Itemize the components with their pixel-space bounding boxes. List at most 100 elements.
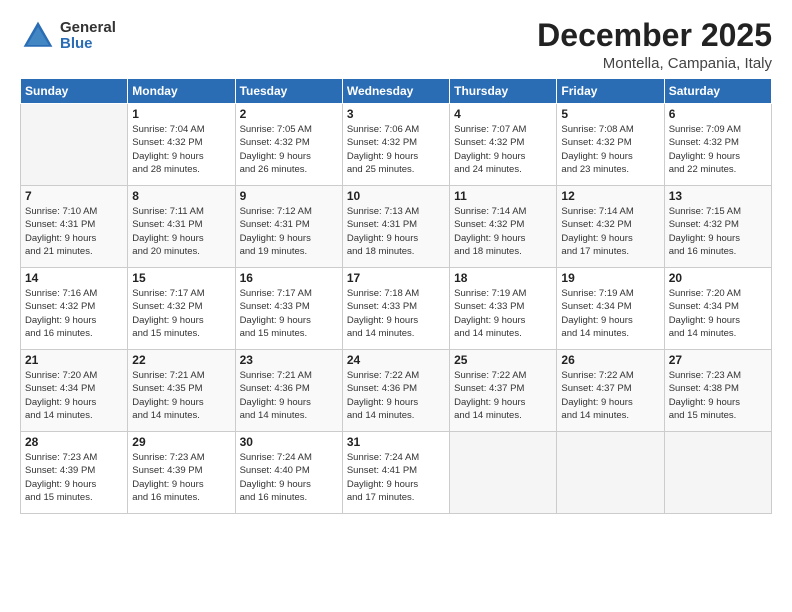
table-row: 28 Sunrise: 7:23 AMSunset: 4:39 PMDayligh… [21,432,128,514]
table-row: 24Sunrise: 7:22 AMSunset: 4:36 PMDayligh… [342,350,449,432]
table-row: 11 Sunrise: 7:14 AMSunset: 4:32 PMDayligh… [450,186,557,268]
day-info: Sunrise: 7:14 AMSunset: 4:32 PMDaylight:… [454,205,552,258]
day-number: 20 [669,271,767,285]
day-info: Sunrise: 7:23 AMSunset: 4:39 PMDaylight:… [132,451,230,504]
day-info: Sunrise: 7:21 AMSunset: 4:36 PMDaylight:… [240,369,338,422]
day-number: 25 [454,353,552,367]
day-info: Sunrise: 7:12 AMSunset: 4:31 PMDaylight:… [240,205,338,258]
day-info: Sunrise: 7:22 AMSunset: 4:37 PMDaylight:… [454,369,552,422]
header: General Blue December 2025 Montella, Cam… [20,18,772,72]
day-number: 14 [25,271,123,285]
day-info: Sunrise: 7:15 AMSunset: 4:32 PMDaylight:… [669,205,767,258]
day-number: 24 [347,353,445,367]
table-row: 30Sunrise: 7:24 AMSunset: 4:40 PMDayligh… [235,432,342,514]
table-row: 3Sunrise: 7:06 AMSunset: 4:32 PMDaylight… [342,104,449,186]
table-row: 6 Sunrise: 7:09 AMSunset: 4:32 PMDaylight… [664,104,771,186]
table-row: 2 Sunrise: 7:05 AMSunset: 4:32 PMDaylight… [235,104,342,186]
table-row [21,104,128,186]
day-number: 16 [240,271,338,285]
day-info: Sunrise: 7:16 AMSunset: 4:32 PMDaylight:… [25,287,123,340]
day-number: 31 [347,435,445,449]
table-row: 23 Sunrise: 7:21 AMSunset: 4:36 PMDayligh… [235,350,342,432]
day-info: Sunrise: 7:04 AMSunset: 4:32 PMDaylight:… [132,123,230,176]
day-info: Sunrise: 7:17 AMSunset: 4:32 PMDaylight:… [132,287,230,340]
day-number: 15 [132,271,230,285]
col-saturday: Saturday [664,79,771,104]
logo-icon [20,18,56,54]
calendar-table: Sunday Monday Tuesday Wednesday Thursday… [20,78,772,514]
day-number: 13 [669,189,767,203]
table-row: 5 Sunrise: 7:08 AMSunset: 4:32 PMDaylight… [557,104,664,186]
day-number: 30 [240,435,338,449]
week-row: 28 Sunrise: 7:23 AMSunset: 4:39 PMDayligh… [21,432,772,514]
day-info: Sunrise: 7:10 AMSunset: 4:31 PMDaylight:… [25,205,123,258]
header-row: Sunday Monday Tuesday Wednesday Thursday… [21,79,772,104]
day-number: 5 [561,107,659,121]
table-row [557,432,664,514]
day-info: Sunrise: 7:23 AMSunset: 4:39 PMDaylight:… [25,451,123,504]
table-row: 13 Sunrise: 7:15 AMSunset: 4:32 PMDayligh… [664,186,771,268]
table-row: 27 Sunrise: 7:23 AMSunset: 4:38 PMDayligh… [664,350,771,432]
table-row: 29 Sunrise: 7:23 AMSunset: 4:39 PMDayligh… [128,432,235,514]
table-row: 25 Sunrise: 7:22 AMSunset: 4:37 PMDayligh… [450,350,557,432]
logo-blue: Blue [60,36,116,53]
table-row: 31 Sunrise: 7:24 AMSunset: 4:41 PMDayligh… [342,432,449,514]
table-row: 20 Sunrise: 7:20 AMSunset: 4:34 PMDayligh… [664,268,771,350]
table-row: 14 Sunrise: 7:16 AMSunset: 4:32 PMDayligh… [21,268,128,350]
col-thursday: Thursday [450,79,557,104]
table-row: 22 Sunrise: 7:21 AMSunset: 4:35 PMDayligh… [128,350,235,432]
day-number: 6 [669,107,767,121]
day-number: 22 [132,353,230,367]
day-info: Sunrise: 7:20 AMSunset: 4:34 PMDaylight:… [669,287,767,340]
day-info: Sunrise: 7:19 AMSunset: 4:33 PMDaylight:… [454,287,552,340]
table-row: 15 Sunrise: 7:17 AMSunset: 4:32 PMDayligh… [128,268,235,350]
day-info: Sunrise: 7:24 AMSunset: 4:41 PMDaylight:… [347,451,445,504]
page: General Blue December 2025 Montella, Cam… [0,0,792,612]
title-block: December 2025 Montella, Campania, Italy [537,18,772,72]
day-info: Sunrise: 7:22 AMSunset: 4:37 PMDaylight:… [561,369,659,422]
day-number: 21 [25,353,123,367]
day-info: Sunrise: 7:23 AMSunset: 4:38 PMDaylight:… [669,369,767,422]
table-row: 7Sunrise: 7:10 AMSunset: 4:31 PMDaylight… [21,186,128,268]
col-wednesday: Wednesday [342,79,449,104]
day-number: 28 [25,435,123,449]
day-number: 10 [347,189,445,203]
table-row: 4Sunrise: 7:07 AMSunset: 4:32 PMDaylight… [450,104,557,186]
day-info: Sunrise: 7:21 AMSunset: 4:35 PMDaylight:… [132,369,230,422]
table-row [450,432,557,514]
location-title: Montella, Campania, Italy [537,55,772,72]
day-number: 29 [132,435,230,449]
day-info: Sunrise: 7:11 AMSunset: 4:31 PMDaylight:… [132,205,230,258]
logo-text: General Blue [60,20,116,53]
day-number: 9 [240,189,338,203]
table-row: 16Sunrise: 7:17 AMSunset: 4:33 PMDayligh… [235,268,342,350]
day-info: Sunrise: 7:09 AMSunset: 4:32 PMDaylight:… [669,123,767,176]
col-tuesday: Tuesday [235,79,342,104]
col-friday: Friday [557,79,664,104]
day-number: 27 [669,353,767,367]
table-row: 1Sunrise: 7:04 AMSunset: 4:32 PMDaylight… [128,104,235,186]
day-number: 2 [240,107,338,121]
day-number: 8 [132,189,230,203]
month-title: December 2025 [537,18,772,53]
day-number: 23 [240,353,338,367]
day-info: Sunrise: 7:14 AMSunset: 4:32 PMDaylight:… [561,205,659,258]
table-row: 9 Sunrise: 7:12 AMSunset: 4:31 PMDaylight… [235,186,342,268]
day-info: Sunrise: 7:08 AMSunset: 4:32 PMDaylight:… [561,123,659,176]
table-row: 8 Sunrise: 7:11 AMSunset: 4:31 PMDaylight… [128,186,235,268]
day-number: 26 [561,353,659,367]
day-number: 4 [454,107,552,121]
day-number: 11 [454,189,552,203]
day-info: Sunrise: 7:13 AMSunset: 4:31 PMDaylight:… [347,205,445,258]
table-row: 26 Sunrise: 7:22 AMSunset: 4:37 PMDayligh… [557,350,664,432]
day-number: 18 [454,271,552,285]
table-row: 10 Sunrise: 7:13 AMSunset: 4:31 PMDayligh… [342,186,449,268]
day-info: Sunrise: 7:05 AMSunset: 4:32 PMDaylight:… [240,123,338,176]
week-row: 21 Sunrise: 7:20 AMSunset: 4:34 PMDayligh… [21,350,772,432]
day-number: 12 [561,189,659,203]
day-info: Sunrise: 7:19 AMSunset: 4:34 PMDaylight:… [561,287,659,340]
col-monday: Monday [128,79,235,104]
week-row: 1Sunrise: 7:04 AMSunset: 4:32 PMDaylight… [21,104,772,186]
day-info: Sunrise: 7:20 AMSunset: 4:34 PMDaylight:… [25,369,123,422]
table-row: 17Sunrise: 7:18 AMSunset: 4:33 PMDayligh… [342,268,449,350]
